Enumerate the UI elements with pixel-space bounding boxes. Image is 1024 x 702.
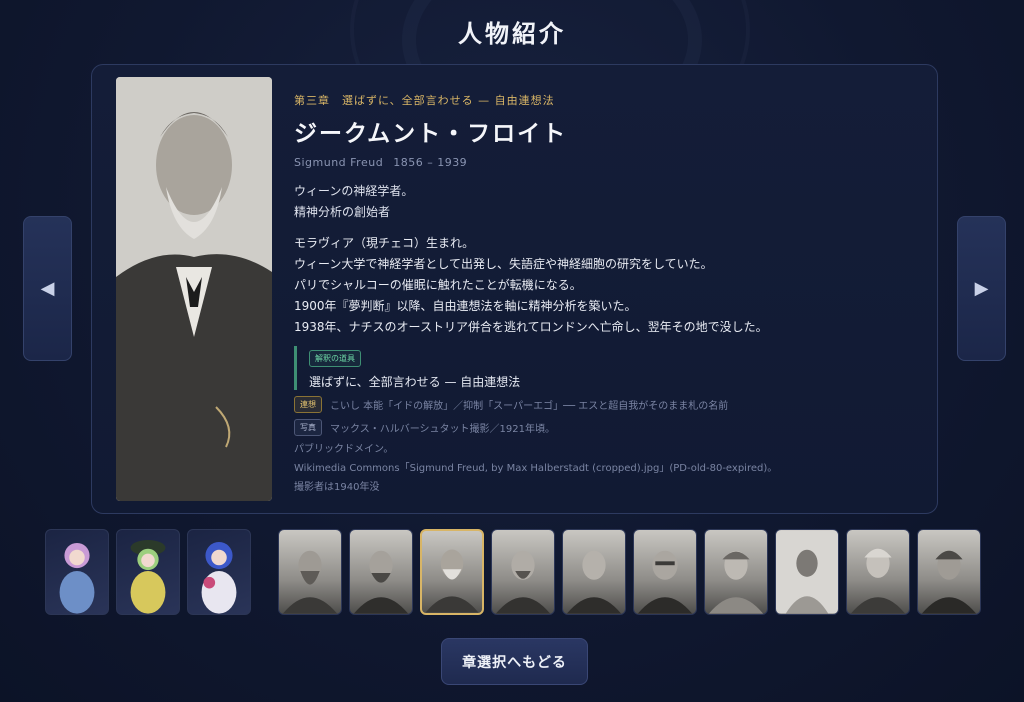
person-name: ジークムント・フロイト [294,121,568,147]
photo-credit-line: パブリックドメイン。 [294,444,394,455]
person-thumb-active[interactable] [420,529,484,615]
person-portrait [116,77,272,501]
person-thumb[interactable] [562,529,626,615]
bio-line: モラヴィア（現チェコ）生まれ。 [294,236,475,250]
character-thumb[interactable] [45,529,109,615]
person-thumb[interactable] [704,529,768,615]
person-thumb[interactable] [846,529,910,615]
person-thumb[interactable] [633,529,697,615]
bio-line: 1938年、ナチスのオーストリア併合を逃れてロンドンへ亡命し、翌年その地で没した… [294,320,768,334]
person-thumb[interactable] [775,529,839,615]
person-thumb[interactable] [349,529,413,615]
bio-line: ウィーン大学で神経学者として出発し、失語症や神経細胞の研究をしていた。 [294,257,713,271]
thumbnail-strip [0,529,1024,617]
person-thumb[interactable] [278,529,342,615]
intro-line: 精神分析の創始者 [294,205,391,219]
related-text: こいし 本能「イドの解放」／抑制「スーパーエゴ」── エスと超自我がそのまま札の… [330,401,729,412]
chapter-label: 第三章 選ばずに、全部言わせる — 自由連想法 [294,94,555,107]
person-thumb[interactable] [491,529,555,615]
left-triangle-icon: ◀ [40,278,55,299]
photo-credit-line: 撮影者は1940年没 [294,482,380,493]
person-intro: ウィーンの神経学者。 精神分析の創始者 [294,181,914,223]
bio-line: パリでシャルコーの催眠に触れたことが転機になる。 [294,278,582,292]
person-dates: 1856 – 1939 [393,156,468,169]
photo-credit-line: Wikimedia Commons「Sigmund Freud, by Max … [294,463,778,474]
person-thumb[interactable] [917,529,981,615]
related-note: 連想 こいし 本能「イドの解放」／抑制「スーパーエゴ」── エスと超自我がそのま… [294,396,914,413]
tool-text: 選ばずに、全部言わせる — 自由連想法 [309,375,521,389]
photo-tag: 写真 [294,419,322,436]
intro-line: ウィーンの神経学者。 [294,184,414,198]
person-biography: モラヴィア（現チェコ）生まれ。 ウィーン大学で神経学者として出発し、失語症や神経… [294,233,914,338]
previous-person-button[interactable]: ◀ [23,216,72,361]
tool-badge: 解釈の道具 [309,350,361,367]
related-tag: 連想 [294,396,322,413]
character-thumb[interactable] [116,529,180,615]
back-to-chapter-select-button[interactable]: 章選択へもどる [441,638,588,685]
person-details: 第三章 選ばずに、全部言わせる — 自由連想法 ジークムント・フロイト Sigm… [294,92,914,497]
next-person-button[interactable]: ▶ [957,216,1006,361]
person-name-english: Sigmund Freud [294,156,384,169]
photo-credit-line: マックス・ハルバーシュタット撮影／1921年頃。 [330,424,555,435]
interpretation-tool-block: 解釈の道具 選ばずに、全部言わせる — 自由連想法 [294,346,914,390]
photo-credit: パブリックドメイン。 Wikimedia Commons「Sigmund Fre… [294,440,914,497]
right-triangle-icon: ▶ [974,278,989,299]
photo-credit-row: 写真 マックス・ハルバーシュタット撮影／1921年頃。 [294,419,914,436]
person-subtitle: Sigmund Freud 1856 – 1939 [294,156,914,169]
page-title: 人物紹介 [458,20,566,48]
character-thumb[interactable] [187,529,251,615]
bio-line: 1900年『夢判断』以降、自由連想法を軸に精神分析を築いた。 [294,299,637,313]
